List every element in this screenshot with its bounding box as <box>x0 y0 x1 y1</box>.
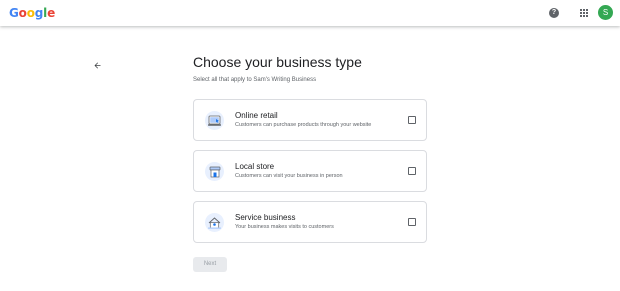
logo-letter: o <box>26 6 35 20</box>
next-button[interactable]: Next <box>193 257 227 272</box>
page-title: Choose your business type <box>193 54 362 70</box>
logo-letter: G <box>9 6 19 20</box>
local-store-checkbox[interactable] <box>408 167 416 175</box>
option-title: Local store <box>235 162 275 171</box>
avatar[interactable]: S <box>598 5 613 20</box>
google-logo[interactable]: G o o g l e <box>9 6 55 20</box>
service-business-checkbox[interactable] <box>408 218 416 226</box>
online-retail-checkbox[interactable] <box>408 116 416 124</box>
top-app-bar: G o o g l e ? S <box>0 0 620 26</box>
logo-letter: e <box>47 6 56 20</box>
apps-grid-icon[interactable] <box>580 9 588 17</box>
option-description: Customers can purchase products through … <box>235 122 372 128</box>
option-description: Your business makes visits to customers <box>235 224 334 230</box>
logo-letter: o <box>18 6 27 20</box>
option-title: Online retail <box>235 111 278 120</box>
back-button[interactable] <box>90 58 104 72</box>
online-retail-illustration-icon <box>205 111 224 130</box>
option-card-local-store[interactable]: Local store Customers can visit your bus… <box>193 150 427 192</box>
option-card-online-retail[interactable]: Online retail Customers can purchase pro… <box>193 99 427 141</box>
service-business-illustration-icon <box>205 213 224 232</box>
arrow-back-icon <box>94 62 100 68</box>
help-icon[interactable]: ? <box>549 8 559 18</box>
page-subtitle: Select all that apply to Sam's Writing B… <box>193 77 317 83</box>
option-card-service-business[interactable]: Service business Your business makes vis… <box>193 201 427 243</box>
local-store-illustration-icon <box>205 162 224 181</box>
option-description: Customers can visit your business in per… <box>235 173 343 179</box>
logo-letter: g <box>34 6 44 20</box>
option-title: Service business <box>235 213 296 222</box>
